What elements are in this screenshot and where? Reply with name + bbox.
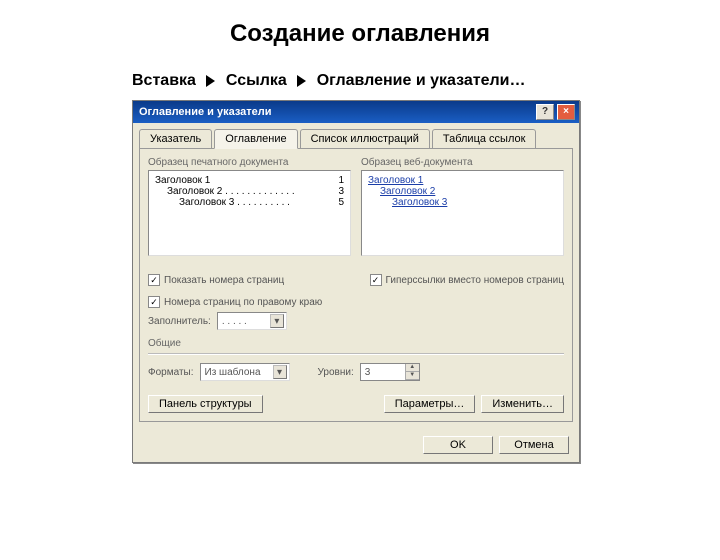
outline-panel-button[interactable]: Панель структуры [148,395,263,413]
web-link: Заголовок 2 [380,186,435,197]
breadcrumb-step: Оглавление и указатели… [317,72,526,89]
web-preview-label: Образец веб-документа [361,157,564,168]
spinner-up[interactable]: ▲ [405,364,419,372]
select-value: Из шаблона [205,367,261,378]
tab-authorities[interactable]: Таблица ссылок [432,129,537,148]
web-preview: Заголовок 1 Заголовок 2 Заголовок 3 [361,170,564,256]
toc-line-page: 5 [338,197,344,208]
toc-line-text: Заголовок 2 [167,186,222,197]
toc-line-page: 1 [338,175,344,186]
formats-select[interactable]: Из шаблона ▾ [200,363,290,381]
spinner-value: 3 [361,364,405,380]
levels-spinner[interactable]: 3 ▲ ▼ [360,363,420,381]
slide-title: Создание оглавления [0,20,720,48]
general-label: Общие [148,338,564,349]
dialog-footer: OK Отмена [133,428,579,462]
divider [148,353,564,355]
toc-line-text: Заголовок 1 [155,175,210,186]
check-label: Гиперссылки вместо номеров страниц [386,275,564,286]
breadcrumb: Вставка Ссылка Оглавление и указатели… [132,72,720,90]
breadcrumb-step: Ссылка [226,72,287,89]
checkbox-hyperlinks[interactable]: ✓ [370,274,382,286]
select-value: . . . . . [222,316,247,327]
checkbox-show-page-numbers[interactable]: ✓ [148,274,160,286]
options-button[interactable]: Параметры… [384,395,476,413]
tab-strip: Указатель Оглавление Список иллюстраций … [133,123,579,148]
formats-label: Форматы: [148,367,194,378]
dialog-window: Оглавление и указатели ? × Указатель Огл… [132,100,580,463]
close-button[interactable]: × [557,104,575,120]
spinner-down[interactable]: ▼ [405,372,419,380]
dialog-body: Образец печатного документа Заголовок 1 1… [139,148,573,422]
web-link: Заголовок 3 [392,197,447,208]
chevron-down-icon: ▾ [270,314,284,328]
levels-label: Уровни: [318,367,354,378]
tab-illustrations[interactable]: Список иллюстраций [300,129,430,148]
web-link: Заголовок 1 [368,175,423,186]
tab-toc[interactable]: Оглавление [214,129,297,149]
dialog-title: Оглавление и указатели [139,106,272,118]
breadcrumb-step: Вставка [132,72,196,89]
print-preview-label: Образец печатного документа [148,157,351,168]
toc-line-text: Заголовок 3 [179,197,234,208]
chevron-down-icon: ▾ [273,365,287,379]
check-label: Показать номера страниц [164,275,284,286]
print-preview: Заголовок 11 Заголовок 2 . . . . . . . .… [148,170,351,256]
check-label: Номера страниц по правому краю [164,297,322,308]
checkbox-right-align[interactable]: ✓ [148,296,160,308]
arrow-right-icon [297,75,306,87]
filler-select[interactable]: . . . . . ▾ [217,312,287,330]
filler-label: Заполнитель: [148,316,211,327]
modify-button[interactable]: Изменить… [481,395,564,413]
tab-index[interactable]: Указатель [139,129,212,148]
ok-button[interactable]: OK [423,436,493,454]
help-button[interactable]: ? [536,104,554,120]
arrow-right-icon [206,75,215,87]
titlebar: Оглавление и указатели ? × [133,101,579,123]
cancel-button[interactable]: Отмена [499,436,569,454]
toc-line-page: 3 [338,186,344,197]
